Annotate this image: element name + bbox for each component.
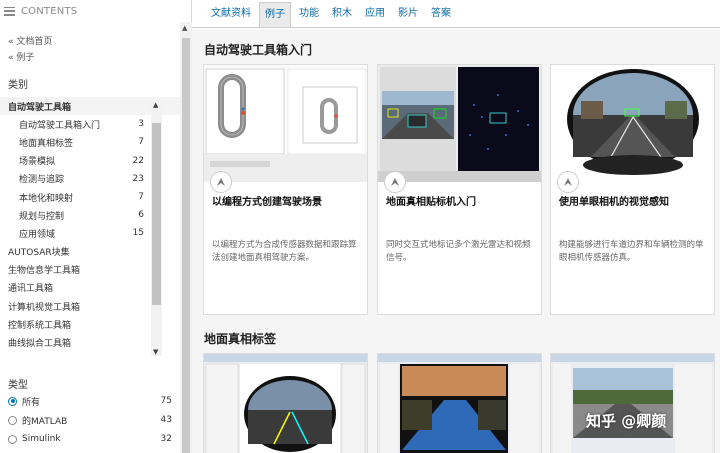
live-script-icon xyxy=(557,171,579,193)
example-card[interactable] xyxy=(550,353,715,453)
tab-examples[interactable]: 例子 xyxy=(259,2,291,27)
live-script-icon xyxy=(210,171,232,193)
sidebar-scrollbar[interactable]: ▲ xyxy=(180,22,192,453)
type-filter-all[interactable]: 所有 75 xyxy=(8,393,172,409)
example-title[interactable]: 以编程方式创建驾驶场景 xyxy=(212,193,362,208)
radio-selected-icon[interactable] xyxy=(8,396,17,406)
watermark-text: 知乎 @卿颜 xyxy=(586,412,667,430)
type-filter-simulink[interactable]: Simulink 32 xyxy=(8,431,172,447)
section-title: 地面真相标签 xyxy=(204,332,277,346)
contents-label: CONTENTS xyxy=(21,5,78,17)
example-thumbnail[interactable] xyxy=(378,65,541,182)
menu-icon[interactable] xyxy=(4,6,15,16)
example-thumbnail[interactable] xyxy=(204,354,367,453)
example-title[interactable]: 使用单眼相机的视觉感知 xyxy=(559,193,709,208)
radio-icon[interactable] xyxy=(8,415,17,425)
example-card[interactable]: 以编程方式创建驾驶场景 以编程方式为合成传感器数据和跟踪算法创建地面真相驾驶方案… xyxy=(203,64,368,315)
tab-answers[interactable]: 答案 xyxy=(426,2,456,27)
example-description: 同时交互式地标记多个激光雷达和视频信号。 xyxy=(386,240,531,263)
breadcrumb-examples[interactable]: « 例子 xyxy=(0,50,191,66)
category-scrollbar[interactable]: ▲ ▼ xyxy=(151,101,162,356)
type-count: 75 xyxy=(160,396,172,406)
example-thumbnail[interactable] xyxy=(204,65,367,182)
example-card[interactable]: 使用单眼相机的视觉感知 构建能够进行车道边界和车辆检测的单眼相机传感器仿真。 xyxy=(550,64,715,315)
section-title: 自动驾驶工具箱入门 xyxy=(204,43,313,57)
example-thumbnail[interactable] xyxy=(378,354,541,453)
doc-tabs: 文献资料 例子 功能 积木 应用 影片 答案 xyxy=(192,0,720,28)
examples-main: 自动驾驶工具箱入门 以编程方式创建驾驶场景 以编程方式为合成传感器数据和跟踪算法… xyxy=(192,29,720,453)
live-script-icon xyxy=(384,171,406,193)
tab-apps[interactable]: 应用 xyxy=(360,2,390,27)
contents-sidebar: CONTENTS « 文档首页 « 例子 类别 自动驾驶工具箱 自动驾驶工具箱入… xyxy=(0,0,192,453)
example-thumbnail[interactable] xyxy=(551,354,714,453)
tab-videos[interactable]: 影片 xyxy=(393,2,423,27)
type-count: 43 xyxy=(160,415,172,425)
tab-documentation[interactable]: 文献资料 xyxy=(206,2,256,27)
radio-icon[interactable] xyxy=(8,434,17,444)
contents-header[interactable]: CONTENTS xyxy=(0,0,191,22)
breadcrumb-doc-home[interactable]: « 文档首页 xyxy=(0,34,191,50)
type-heading: 类型 xyxy=(8,380,28,391)
scroll-thumb[interactable] xyxy=(152,123,161,305)
example-card[interactable] xyxy=(377,353,542,453)
scroll-thumb[interactable] xyxy=(182,38,190,453)
scroll-down-icon[interactable]: ▼ xyxy=(153,348,158,356)
type-count: 32 xyxy=(160,434,172,444)
tab-functions[interactable]: 功能 xyxy=(294,2,324,27)
example-card[interactable]: 地面真相贴标机入门 同时交互式地标记多个激光雷达和视频信号。 xyxy=(377,64,542,315)
category-heading: 类别 xyxy=(8,80,28,91)
scroll-up-icon[interactable]: ▲ xyxy=(182,24,187,32)
example-description: 以编程方式为合成传感器数据和跟踪算法创建地面真相驾驶方案。 xyxy=(212,240,357,263)
tab-blocks[interactable]: 积木 xyxy=(327,2,357,27)
example-title[interactable]: 地面真相贴标机入门 xyxy=(386,193,536,208)
example-card[interactable] xyxy=(203,353,368,453)
example-description: 构建能够进行车道边界和车辆检测的单眼相机传感器仿真。 xyxy=(559,240,704,263)
example-thumbnail[interactable] xyxy=(551,65,714,182)
type-filter-matlab[interactable]: 的MATLAB 43 xyxy=(8,412,172,428)
scroll-up-icon[interactable]: ▲ xyxy=(153,101,158,109)
